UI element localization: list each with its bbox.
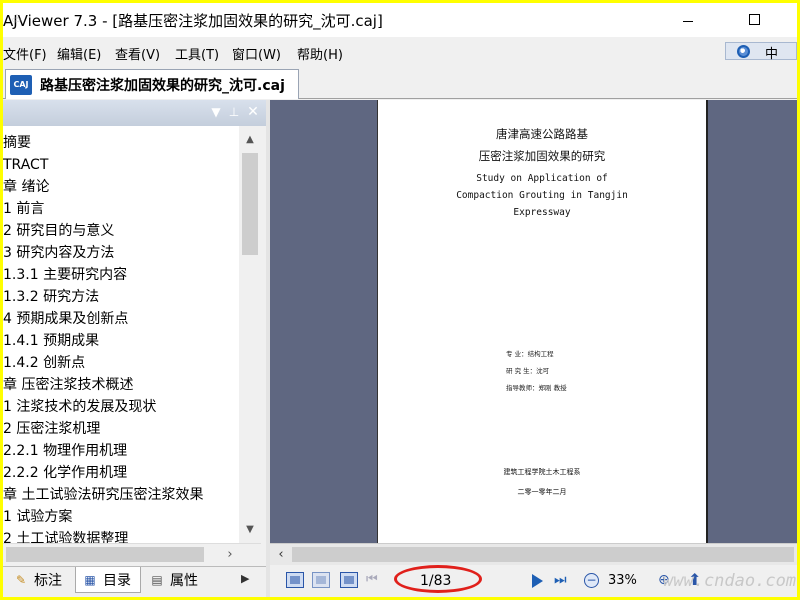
toc-item[interactable]: 1 前言 [3,198,44,220]
toc-item[interactable]: 1 注浆技术的发展及现状 [3,396,156,418]
zoom-level[interactable]: 33% [608,573,637,588]
single-page-view-icon[interactable] [286,572,304,588]
toc-item[interactable]: 章 绪论 [3,176,49,198]
page-major: 专 业：结构工程 [506,350,554,358]
window-title: AJViewer 7.3 - [路基压密注浆加固效果的研究_沈可.caj] [3,12,383,30]
minimize-button[interactable] [665,3,711,35]
scroll-left-icon[interactable]: ‹ [274,544,288,565]
page-title-cn-2: 压密注浆加固效果的研究 [478,149,606,163]
minimize-icon [683,20,693,22]
toc-item[interactable]: 2 研究目的与意义 [3,220,114,242]
scroll-down-icon[interactable]: ▼ [239,521,261,539]
tab-label: 目录 [103,572,131,589]
menu-edit[interactable]: 编辑(E) [57,44,101,63]
tab-label: 属性 [170,573,198,589]
highlight-ellipse [394,565,482,593]
page-title-en-3: Expressway [513,207,571,218]
close-panel-icon[interactable]: ✕ [245,103,261,121]
title-bar: AJViewer 7.3 - [路基压密注浆加固效果的研究_沈可.caj] [3,3,797,37]
toc-item[interactable]: 1 试验方案 [3,506,72,528]
language-label: 中 [765,47,779,62]
document-tab[interactable]: CAJ 路基压密注浆加固效果的研究_沈可.caj [5,69,299,99]
toc-item[interactable]: 摘要 [3,132,31,154]
app-window: AJViewer 7.3 - [路基压密注浆加固效果的研究_沈可.caj] 文件… [3,3,797,597]
scroll-right-icon[interactable]: › [219,544,241,566]
toc-item[interactable]: 4 预期成果及创新点 [3,308,128,330]
panel-header: ▼ ⊥ ✕ [3,100,266,126]
document-viewer[interactable]: 唐津高速公路路基 压密注浆加固效果的研究 Study on Applicatio… [270,100,797,543]
toc-item[interactable]: 1.4.1 预期成果 [3,330,99,352]
toc-item[interactable]: 2 土工试验数据整理 [3,528,128,543]
caj-file-icon: CAJ [10,75,32,95]
pin-icon[interactable]: ⊥ [226,103,242,121]
document-tab-strip: CAJ 路基压密注浆加固效果的研究_沈可.caj [3,65,797,99]
two-page-view-icon[interactable] [340,572,358,588]
tab-annotations[interactable]: ✎ 标注 [7,567,73,593]
toc-item[interactable]: 3 研究内容及方法 [3,242,114,264]
menu-bar: 文件(F) 编辑(E) 查看(V) 工具(T) 窗口(W) 帮助(H) 中 [3,41,797,63]
toc-item[interactable]: 1.3.2 研究方法 [3,286,99,308]
document-tab-label: 路基压密注浆加固效果的研究_沈可.caj [40,78,285,94]
page-title-en-1: Study on Application of [476,173,608,184]
navigation-panel: ▼ ⊥ ✕ 摘要 TRACT 章 绪论 1 前言 2 研究目的与意义 3 研究内… [3,100,266,597]
scroll-up-icon[interactable]: ▲ [239,131,261,149]
document-page: 唐津高速公路路基 压密注浆加固效果的研究 Study on Applicatio… [378,100,706,543]
properties-icon: ▤ [151,573,163,587]
toc-item[interactable]: 1.3.1 主要研究内容 [3,264,127,286]
toc-item[interactable]: 2.2.1 物理作用机理 [3,440,127,462]
next-page-icon[interactable] [532,574,543,588]
maximize-icon [748,13,760,25]
page-student: 研 究 生：沈可 [506,367,550,375]
menu-view[interactable]: 查看(V) [115,44,160,63]
page-title-cn-1: 唐津高速公路路基 [496,127,588,141]
menu-tools[interactable]: 工具(T) [175,44,219,63]
scroll-thumb[interactable] [242,153,258,255]
page-school: 建筑工程学院土木工程系 [503,468,581,476]
page-date: 二零一零年二月 [517,488,567,496]
tab-contents[interactable]: ▦ 目录 [75,567,141,593]
viewer-horizontal-scrollbar[interactable]: ‹ [270,543,797,565]
tab-properties[interactable]: ▤ 属性 [145,567,215,593]
pencil-icon: ✎ [15,573,27,587]
dropdown-arrow-icon[interactable]: ▼ [208,103,224,121]
toc-item[interactable]: 2 压密注浆机理 [3,418,100,440]
toc-vertical-scrollbar[interactable]: ▲ ▼ [239,126,261,543]
menu-file[interactable]: 文件(F) [3,44,47,63]
tab-label: 标注 [34,573,62,589]
menu-window[interactable]: 窗口(W) [232,44,281,63]
page-title-en-2: Compaction Grouting in Tangjin [456,190,628,201]
language-indicator[interactable]: 中 [725,42,797,62]
next-tab-icon[interactable]: ▶ [241,572,249,585]
maximize-button[interactable] [731,3,777,35]
continuous-view-icon[interactable] [312,572,330,588]
toc-horizontal-scrollbar[interactable]: › [3,543,261,565]
toc-item[interactable]: 章 压密注浆技术概述 [3,374,133,396]
watermark-logo: ♧ [11,12,22,26]
menu-help[interactable]: 帮助(H) [297,44,343,63]
page-advisor: 指导教师：郑刚 教授 [506,384,567,392]
toc-item[interactable]: TRACT [3,154,48,176]
toc-item[interactable]: 章 土工试验法研究压密注浆效果 [3,484,203,506]
globe-icon [737,45,750,58]
table-of-contents: 摘要 TRACT 章 绪论 1 前言 2 研究目的与意义 3 研究内容及方法 1… [3,126,239,543]
first-page-icon[interactable]: ⏮ [366,572,384,588]
scroll-thumb[interactable] [292,547,794,562]
panel-tab-bar: ✎ 标注 ▦ 目录 ▤ 属性 ▶ [3,566,266,594]
watermark-text: www.cndao.com [663,571,797,591]
toc-item[interactable]: 2.2.2 化学作用机理 [3,462,127,484]
last-page-icon[interactable]: ⏭ [554,572,572,588]
list-icon: ▦ [84,572,96,587]
zoom-out-icon[interactable]: − [584,573,599,588]
scroll-thumb[interactable] [6,547,204,562]
toc-item[interactable]: 1.4.2 创新点 [3,352,85,374]
